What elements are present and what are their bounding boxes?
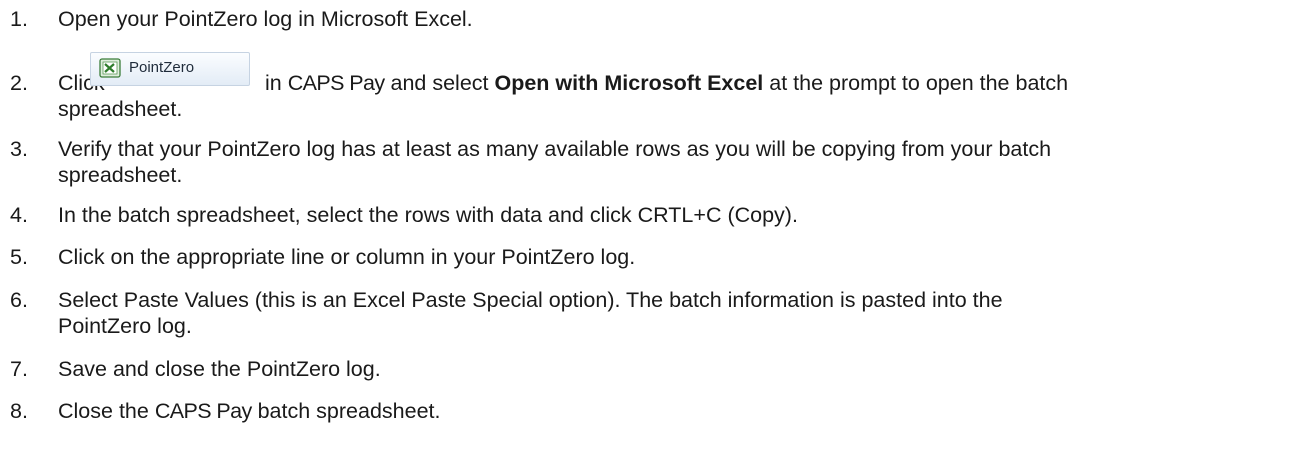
button-label: PointZero <box>129 59 195 76</box>
step-text: Verify that your PointZero log has at le… <box>58 137 1052 161</box>
step-number: 2. <box>10 71 28 95</box>
step-text: Save and close the PointZero log. <box>58 357 381 381</box>
step-text-line1: in CAPS Pay and select Open with Microso… <box>265 71 1069 95</box>
step-number: 7. <box>10 357 28 381</box>
step-number: 3. <box>10 137 28 161</box>
pointzero-button[interactable]: PointZero <box>90 52 250 86</box>
step-text: Open your PointZero log in Microsoft Exc… <box>58 7 473 31</box>
step-text: Select Paste Values (this is an Excel Pa… <box>58 288 1003 312</box>
excel-icon <box>99 58 121 78</box>
step-text: In the batch spreadsheet, select the row… <box>58 203 798 227</box>
caps-pay-name: CAPS Pay <box>154 399 252 423</box>
step-number: 1. <box>10 7 28 31</box>
step-text: Click on the appropriate line or column … <box>58 245 636 269</box>
caps-pay-name: CAPS Pay <box>287 71 385 95</box>
step-number: 4. <box>10 203 28 227</box>
step-text: Close the CAPS Pay batch spreadsheet. <box>58 399 441 423</box>
bold-option-text: Open with Microsoft Excel <box>494 71 764 95</box>
step-number: 8. <box>10 399 28 423</box>
step-number: 6. <box>10 288 28 312</box>
step-number: 5. <box>10 245 28 269</box>
